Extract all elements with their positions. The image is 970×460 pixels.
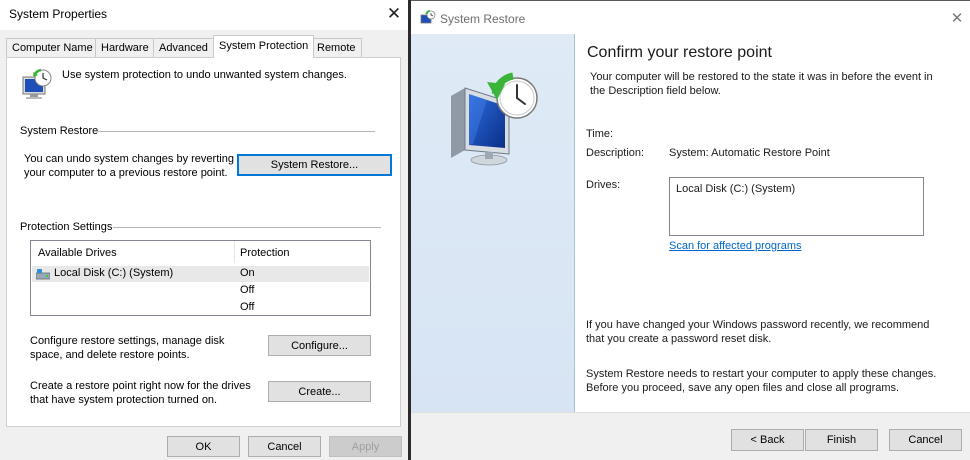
drives-list[interactable]: Available Drives Protection Local Disk (… <box>30 240 371 316</box>
protection-status: Off <box>240 284 255 296</box>
tab-system-protection[interactable]: System Protection <box>213 35 315 58</box>
title-bar[interactable]: System Properties ✕ <box>0 0 408 30</box>
system-restore-monitor-icon <box>20 68 54 102</box>
window-title: System Restore <box>440 12 526 26</box>
table-row[interactable]: Off <box>32 300 369 316</box>
page-subtitle: Your computer will be restored to the st… <box>590 71 933 97</box>
close-icon[interactable]: ✕ <box>383 4 405 24</box>
configure-button-label: Configure... <box>291 339 348 352</box>
protection-status: Off <box>240 301 255 313</box>
column-header-available-drives[interactable]: Available Drives <box>38 247 117 259</box>
ok-button[interactable]: OK <box>167 436 240 457</box>
cancel-button[interactable]: Cancel <box>248 436 321 457</box>
intro-text: Use system protection to undo unwanted s… <box>62 69 347 81</box>
description-label: Description: <box>586 147 645 159</box>
hard-drive-icon <box>35 268 51 280</box>
sidebar-border <box>574 34 575 412</box>
tab-computer-name[interactable]: Computer Name <box>6 38 99 57</box>
wizard-cancel-button-label: Cancel <box>908 434 943 446</box>
tab-advanced[interactable]: Advanced <box>153 38 214 57</box>
create-button-label: Create... <box>298 385 341 398</box>
table-row[interactable]: Off <box>32 283 369 299</box>
system-restore-logo-icon <box>420 10 436 26</box>
configure-description: Configure restore settings, manage disk … <box>30 335 225 361</box>
back-button[interactable]: < Back <box>731 429 804 451</box>
system-properties-window: System Properties ✕ Computer Name Hardwa… <box>0 0 408 460</box>
drive-name: Local Disk (C:) (System) <box>54 267 174 279</box>
column-header-protection[interactable]: Protection <box>240 247 290 259</box>
page-title: Confirm your restore point <box>587 44 772 61</box>
group-title-protection-settings: Protection Settings <box>20 221 113 233</box>
ok-button-label: OK <box>195 440 212 453</box>
finish-button-label: Finish <box>826 434 857 446</box>
time-label: Time: <box>586 128 614 140</box>
monitor-with-clock-icon <box>443 68 543 168</box>
wizard-sidebar <box>411 34 574 412</box>
group-title-system-restore: System Restore <box>20 125 99 137</box>
scan-affected-programs-link[interactable]: Scan for affected programs <box>669 240 801 252</box>
password-note: If you have changed your Windows passwor… <box>586 319 930 345</box>
title-bar[interactable]: System Restore ✕ <box>411 0 970 34</box>
tab-hardware[interactable]: Hardware <box>95 38 155 57</box>
drives-box[interactable]: Local Disk (C:) (System) <box>669 177 924 236</box>
group-divider <box>98 131 375 132</box>
cancel-button-label: Cancel <box>267 440 302 453</box>
back-button-label: < Back <box>750 434 785 446</box>
column-separator[interactable] <box>234 241 235 263</box>
wizard-footer: < Back Finish Cancel <box>411 412 970 460</box>
protection-status: On <box>240 267 255 279</box>
create-button[interactable]: Create... <box>268 381 371 402</box>
create-description: Create a restore point right now for the… <box>30 380 251 406</box>
group-divider <box>113 227 381 228</box>
wizard-cancel-button[interactable]: Cancel <box>889 429 962 451</box>
drives-label: Drives: <box>586 179 621 191</box>
system-restore-button-label: System Restore... <box>270 159 359 171</box>
table-row[interactable]: Local Disk (C:) (System) On <box>32 266 369 282</box>
description-value: System: Automatic Restore Point <box>669 147 830 159</box>
tab-remote[interactable]: Remote <box>311 38 362 57</box>
finish-button[interactable]: Finish <box>805 429 878 451</box>
window-title: System Properties <box>9 7 108 21</box>
system-restore-wizard: System Restore ✕ Confirm your restore po… <box>411 0 970 460</box>
system-restore-description: You can undo system changes by reverting… <box>24 153 234 179</box>
drives-value: Local Disk (C:) (System) <box>676 183 796 195</box>
apply-button[interactable]: Apply <box>329 436 402 457</box>
configure-button[interactable]: Configure... <box>268 335 371 356</box>
apply-button-label: Apply <box>351 440 380 453</box>
restart-note: System Restore needs to restart your com… <box>586 368 937 394</box>
close-icon[interactable]: ✕ <box>947 10 967 28</box>
system-restore-button[interactable]: System Restore... <box>237 154 392 176</box>
